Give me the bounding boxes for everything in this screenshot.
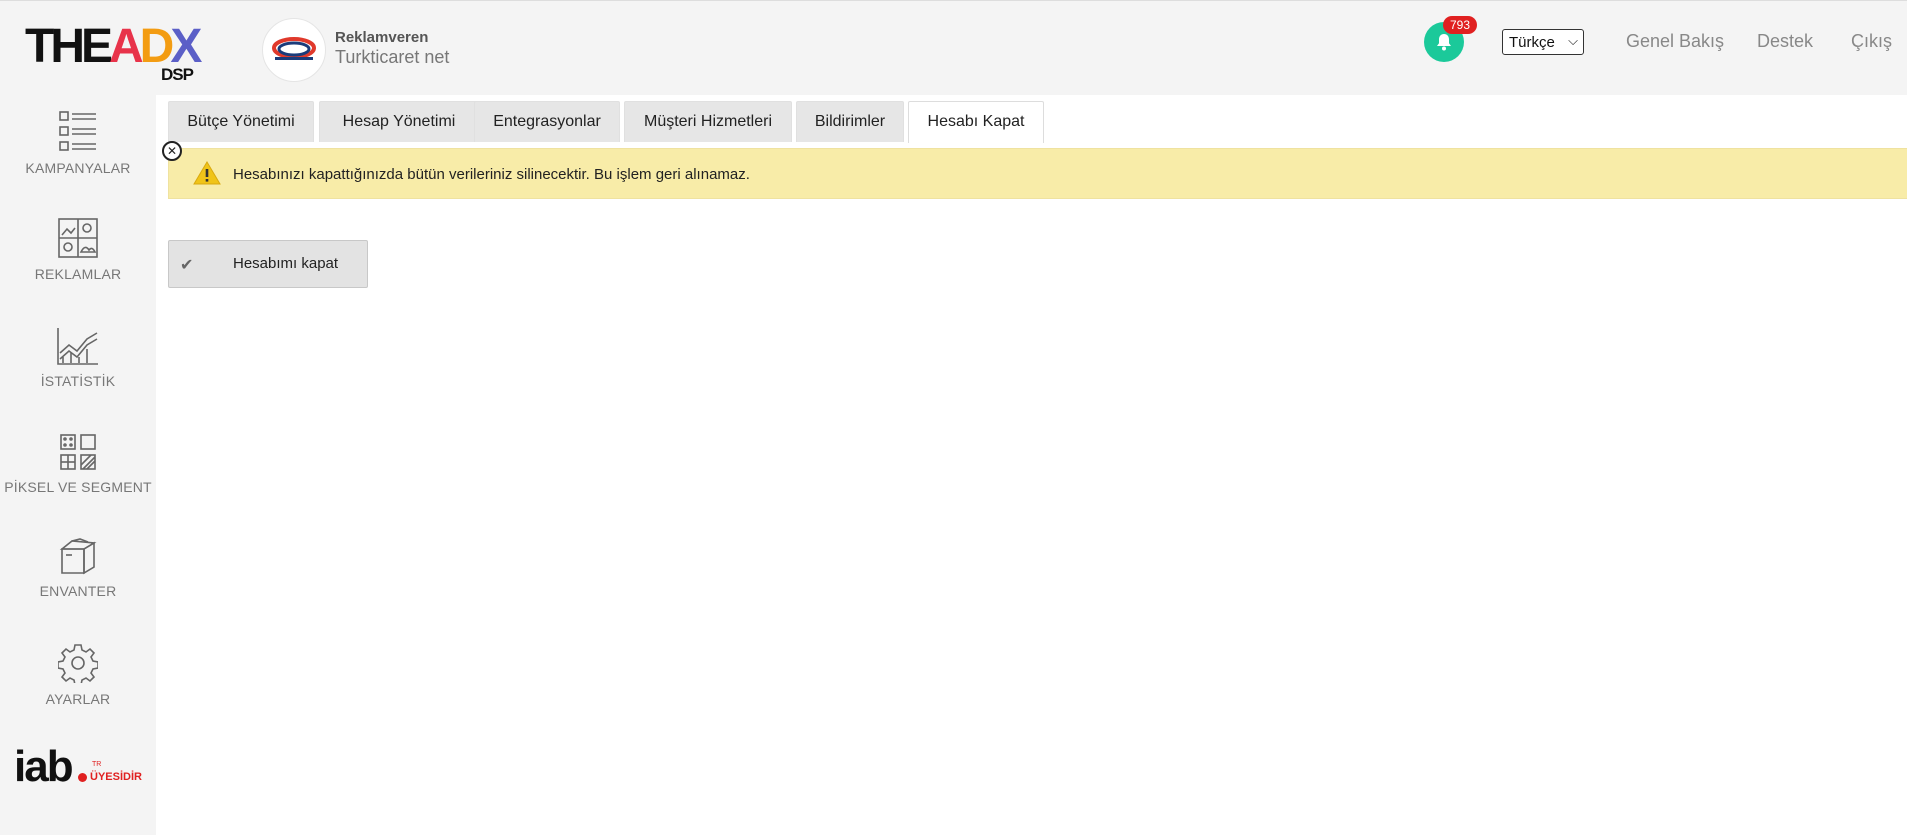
tab-close-account[interactable]: Hesabı Kapat (908, 101, 1044, 143)
campaign-list-icon (59, 111, 96, 151)
settings-gear-icon (58, 644, 98, 683)
nav-logout-link[interactable]: Çıkış (1851, 31, 1892, 52)
tab-integrations[interactable]: Entegrasyonlar (474, 101, 620, 142)
close-icon: ✕ (166, 144, 178, 158)
ads-gallery-icon (58, 218, 98, 258)
pixel-segment-icon (60, 434, 96, 470)
top-header: THEADX DSP Reklamveren Turkticaret net 7… (0, 0, 1907, 95)
tab-account-management[interactable]: Hesap Yönetimi (319, 101, 479, 142)
warning-triangle-icon (193, 161, 221, 185)
notification-count-badge: 793 (1443, 16, 1477, 34)
tab-budget-management[interactable]: Bütçe Yönetimi (168, 101, 314, 142)
bell-icon (1437, 34, 1451, 51)
sidebar-label-ads: REKLAMLAR (34, 266, 122, 282)
iab-member-logo: iab TR ÜYESİDİR (14, 742, 142, 791)
sidebar-item-pixel-segment[interactable]: PİKSEL VE SEGMENT (0, 433, 156, 495)
statistics-chart-icon (57, 328, 98, 365)
sidebar-item-settings[interactable]: AYARLAR (0, 643, 156, 707)
sidebar-label-campaigns: KAMPANYALAR (25, 160, 131, 176)
advertiser-logo (262, 18, 326, 82)
sidebar-label-statistics: İSTATİSTİK (40, 373, 116, 389)
alert-message: Hesabınızı kapattığınızda bütün verileri… (233, 166, 750, 183)
sidebar-label-inventory: ENVANTER (39, 583, 117, 599)
language-select[interactable]: Türkçe ⌵ (1502, 29, 1584, 55)
sidebar: KAMPANYALAR REKLAMLAR İSTATİSTİK PİKSEL … (0, 95, 156, 835)
sidebar-item-campaigns[interactable]: KAMPANYALAR (0, 110, 156, 176)
close-account-button-label: Hesabımı kapat (233, 255, 339, 272)
advertiser-name: Turkticaret net (335, 47, 450, 67)
tab-notifications[interactable]: Bildirimler (796, 101, 904, 142)
alert-close-button[interactable]: ✕ (162, 141, 182, 161)
chevron-down-icon: ⌵ (1568, 33, 1578, 48)
logo-wordmark: THEADX (25, 20, 202, 73)
nav-support-link[interactable]: Destek (1757, 31, 1813, 52)
sidebar-item-inventory[interactable]: ENVANTER (0, 537, 156, 599)
sidebar-label-pixel-segment: PİKSEL VE SEGMENT (4, 479, 152, 495)
sidebar-item-ads[interactable]: REKLAMLAR (0, 218, 156, 282)
checkmark-icon: ✔ (180, 257, 194, 274)
sidebar-item-statistics[interactable]: İSTATİSTİK (0, 327, 156, 389)
nav-overview-link[interactable]: Genel Bakış (1626, 31, 1724, 52)
language-selected: Türkçe (1509, 33, 1555, 51)
close-account-button[interactable]: ✔ Hesabımı kapat (168, 240, 368, 288)
sidebar-label-settings: AYARLAR (45, 691, 111, 707)
advertiser-role: Reklamveren (335, 29, 429, 46)
inventory-box-icon (59, 538, 97, 575)
logo-sub: DSP (161, 65, 194, 84)
theadx-logo[interactable]: THEADX DSP (25, 20, 205, 85)
tab-customer-service[interactable]: Müşteri Hizmetleri (624, 101, 792, 142)
